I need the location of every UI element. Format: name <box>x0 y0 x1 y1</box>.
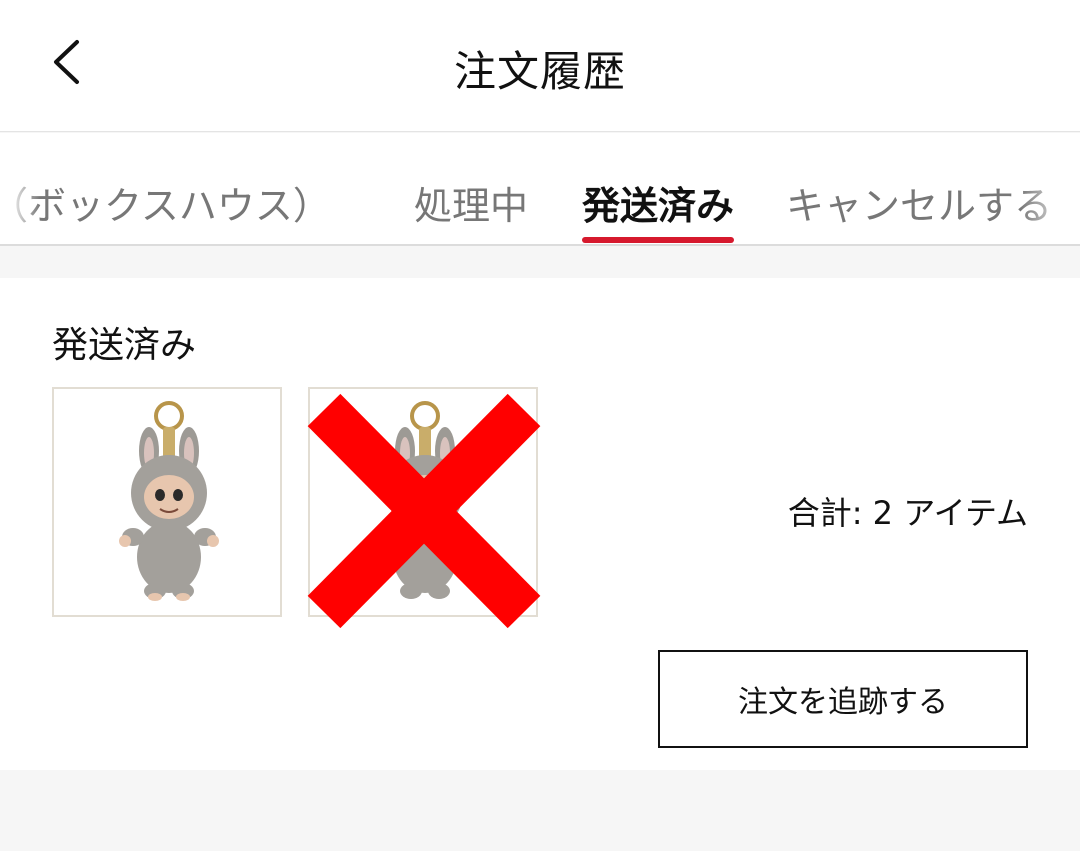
order-card[interactable]: 発送済み 合計: 2 アイテム 注文を追跡する <box>0 278 1080 770</box>
order-status-label: 発送済み <box>52 325 197 366</box>
active-tab-indicator <box>582 237 734 243</box>
tab-shipped[interactable]: 発送済み <box>582 175 734 230</box>
track-order-button[interactable]: 注文を追跡する <box>658 650 1028 748</box>
page-title: 注文履歴 <box>453 47 626 96</box>
cross-out-icon <box>307 393 541 629</box>
product-thumbnail[interactable] <box>52 387 282 617</box>
order-total-items: 合計: 2 アイテム <box>787 494 1028 532</box>
tab-box-house[interactable]: （ボックスハウス） <box>0 175 331 230</box>
tabs-fade-right <box>1020 133 1080 243</box>
plush-keychain-image <box>119 401 219 601</box>
tab-cancel[interactable]: キャンセルする <box>786 175 1052 230</box>
app-header: 注文履歴 <box>0 0 1080 132</box>
tabs-fade-left <box>0 133 40 243</box>
status-tabs: （ボックスハウス） 処理中 発送済み キャンセルする <box>0 133 1080 246</box>
tab-processing[interactable]: 処理中 <box>414 175 528 230</box>
